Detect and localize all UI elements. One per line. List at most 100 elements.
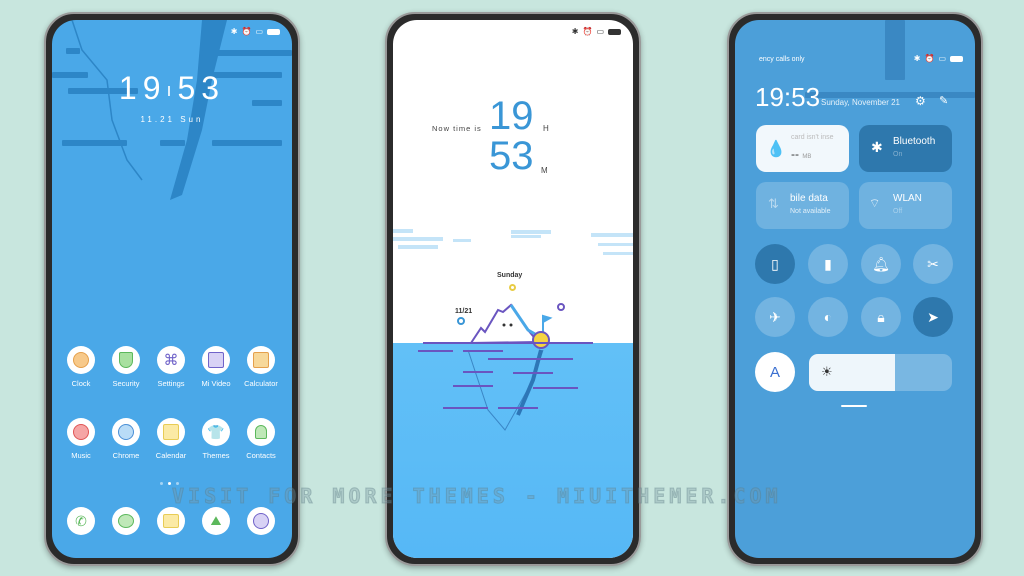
person-icon bbox=[255, 425, 267, 439]
home-date: 11.21 Sun bbox=[140, 115, 204, 124]
tile-value: Not available bbox=[790, 208, 831, 215]
app-contacts[interactable]: Contacts bbox=[236, 418, 286, 460]
app-label: Calendar bbox=[155, 451, 187, 460]
tile-mobile-data[interactable]: ⇅ bile data Not available bbox=[756, 182, 849, 229]
phone-control-center: ency calls only ✱ ⏰ ▭ 19:53 Sunday, Novemb… bbox=[727, 12, 983, 566]
app-mi-video[interactable]: Mi Video bbox=[191, 346, 241, 388]
shirt-icon: 👕 bbox=[207, 423, 225, 440]
app-music[interactable]: Music bbox=[56, 418, 106, 460]
tile-wlan[interactable]: ⌔ WLAN Off bbox=[859, 182, 952, 229]
data-icon: ⇅ bbox=[768, 196, 779, 211]
dock-notes[interactable] bbox=[146, 507, 196, 535]
app-themes[interactable]: 👕 Themes bbox=[191, 418, 241, 460]
status-bar: ✱ ⏰ ▭ bbox=[572, 27, 621, 36]
sim-icon: ▭ bbox=[938, 54, 946, 63]
edit-icon[interactable]: ✎ bbox=[939, 94, 948, 107]
clouds bbox=[393, 229, 633, 255]
drop-icon: 💧 bbox=[766, 141, 786, 158]
alarm-icon: ⏰ bbox=[582, 27, 593, 36]
watermark: VISIT FOR MORE THEMES - MIUITHEMER.COM bbox=[172, 484, 782, 509]
home-clock[interactable]: 19ı53 bbox=[52, 70, 292, 107]
app-chrome[interactable]: Chrome bbox=[101, 418, 151, 460]
app-label: Security bbox=[112, 379, 140, 388]
airplane-icon: ✈ bbox=[769, 308, 781, 325]
iceberg-illustration bbox=[418, 303, 593, 431]
control-center: ency calls only ✱ ⏰ ▭ 19:53 Sunday, Novemb… bbox=[735, 20, 975, 558]
sim-icon: ▭ bbox=[255, 27, 263, 36]
app-label: Settings bbox=[157, 379, 185, 388]
time-prefix: Now time is bbox=[432, 124, 482, 133]
battery-icon bbox=[950, 55, 963, 62]
sun-icon: ☀ bbox=[821, 364, 833, 379]
toggle-lock[interactable]: 🔒︎ bbox=[861, 297, 901, 337]
bluetooth-icon: ✱ bbox=[571, 27, 579, 36]
clock-hours: 19 bbox=[118, 70, 167, 106]
app-label: Mi Video bbox=[201, 379, 231, 388]
music-icon bbox=[73, 424, 89, 440]
drag-handle[interactable] bbox=[841, 405, 867, 407]
auto-brightness-button[interactable]: A bbox=[755, 352, 795, 392]
lock-screen: ✱ ⏰ ▭ Now time is 19 H 53 M Sunday 11/21 bbox=[393, 20, 633, 558]
home-screen: ✱ ⏰ ▭ 19ı53 11.21 Sun Clock Security ⌘ Sett… bbox=[52, 20, 292, 558]
tile-title: bile data bbox=[790, 193, 828, 204]
dock-camera[interactable] bbox=[236, 507, 286, 535]
app-calendar[interactable]: Calendar bbox=[146, 418, 196, 460]
bluetooth-icon: ✱ bbox=[871, 139, 883, 155]
toggle-bell[interactable]: 🔔︎ bbox=[861, 244, 901, 284]
app-security[interactable]: Security bbox=[101, 346, 151, 388]
clock-icon bbox=[73, 352, 89, 368]
flashlight-icon: ▮ bbox=[824, 255, 832, 272]
battery-icon bbox=[267, 28, 280, 35]
app-clock[interactable]: Clock bbox=[56, 346, 106, 388]
app-label: Chrome bbox=[112, 451, 140, 460]
lock-minutes: 53 bbox=[489, 134, 534, 178]
gallery-icon: ⛰ bbox=[210, 513, 222, 528]
app-calculator[interactable]: Calculator bbox=[236, 346, 286, 388]
lock-icon: 🔒︎ bbox=[877, 308, 885, 325]
tile-value: -- MB bbox=[791, 147, 812, 161]
video-icon bbox=[208, 352, 224, 368]
location-arrow-icon: ➤ bbox=[927, 308, 939, 325]
app-label: Music bbox=[71, 451, 91, 460]
shield-icon bbox=[119, 352, 133, 368]
phone-lock-screen: ✱ ⏰ ▭ Now time is 19 H 53 M Sunday 11/21 bbox=[385, 12, 641, 566]
dock-gallery[interactable]: ⛰ bbox=[191, 507, 241, 535]
contrast-icon: ◐ bbox=[823, 309, 833, 325]
tile-bluetooth[interactable]: ✱ Bluetooth On bbox=[859, 125, 952, 172]
status-bar: ✱ ⏰ ▭ bbox=[914, 54, 963, 63]
toggle-airplane[interactable]: ✈ bbox=[755, 297, 795, 337]
dock-messages[interactable] bbox=[101, 507, 151, 535]
toggle-flashlight[interactable]: ▮ bbox=[808, 244, 848, 284]
bell-icon: 🔔︎ bbox=[872, 255, 890, 272]
tile-mobile-data-usage[interactable]: 💧 card isn't inse -- MB bbox=[756, 125, 849, 172]
app-label: Themes bbox=[202, 451, 230, 460]
clock-minutes: 53 bbox=[177, 70, 226, 106]
app-settings[interactable]: ⌘ Settings bbox=[146, 346, 196, 388]
toggle-location[interactable]: ➤ bbox=[913, 297, 953, 337]
phone-home-screen: ✱ ⏰ ▭ 19ı53 11.21 Sun Clock Security ⌘ Sett… bbox=[44, 12, 300, 566]
toggle-screenshot[interactable]: ✂ bbox=[913, 244, 953, 284]
settings-icon[interactable]: ⚙ bbox=[915, 94, 926, 108]
scissors-icon: ✂ bbox=[927, 255, 939, 272]
tile-title: Bluetooth bbox=[893, 136, 936, 147]
control-date: Sunday, November 21 bbox=[821, 98, 901, 107]
toggle-reading-mode[interactable]: ◐ bbox=[808, 297, 848, 337]
control-time: 19:53 bbox=[755, 82, 821, 112]
alarm-icon: ⏰ bbox=[241, 27, 252, 36]
hours-unit: H bbox=[543, 124, 549, 133]
minutes-unit: M bbox=[541, 166, 548, 175]
lock-day: Sunday bbox=[497, 272, 523, 279]
carrier-text: ency calls only bbox=[759, 56, 805, 63]
message-icon bbox=[118, 514, 134, 528]
sim-icon: ▭ bbox=[596, 27, 604, 36]
battery-icon bbox=[608, 28, 621, 35]
toggle-vibrate[interactable]: ▯ bbox=[755, 244, 795, 284]
app-label: Calculator bbox=[244, 379, 278, 388]
lock-hours: 19 bbox=[489, 94, 534, 138]
tile-title: WLAN bbox=[893, 193, 922, 204]
camera-icon bbox=[253, 513, 269, 529]
brightness-slider[interactable]: ☀ bbox=[809, 354, 952, 391]
dock-phone[interactable]: ✆ bbox=[56, 507, 106, 535]
tile-value: Off bbox=[893, 208, 903, 215]
app-label: Clock bbox=[71, 379, 91, 388]
